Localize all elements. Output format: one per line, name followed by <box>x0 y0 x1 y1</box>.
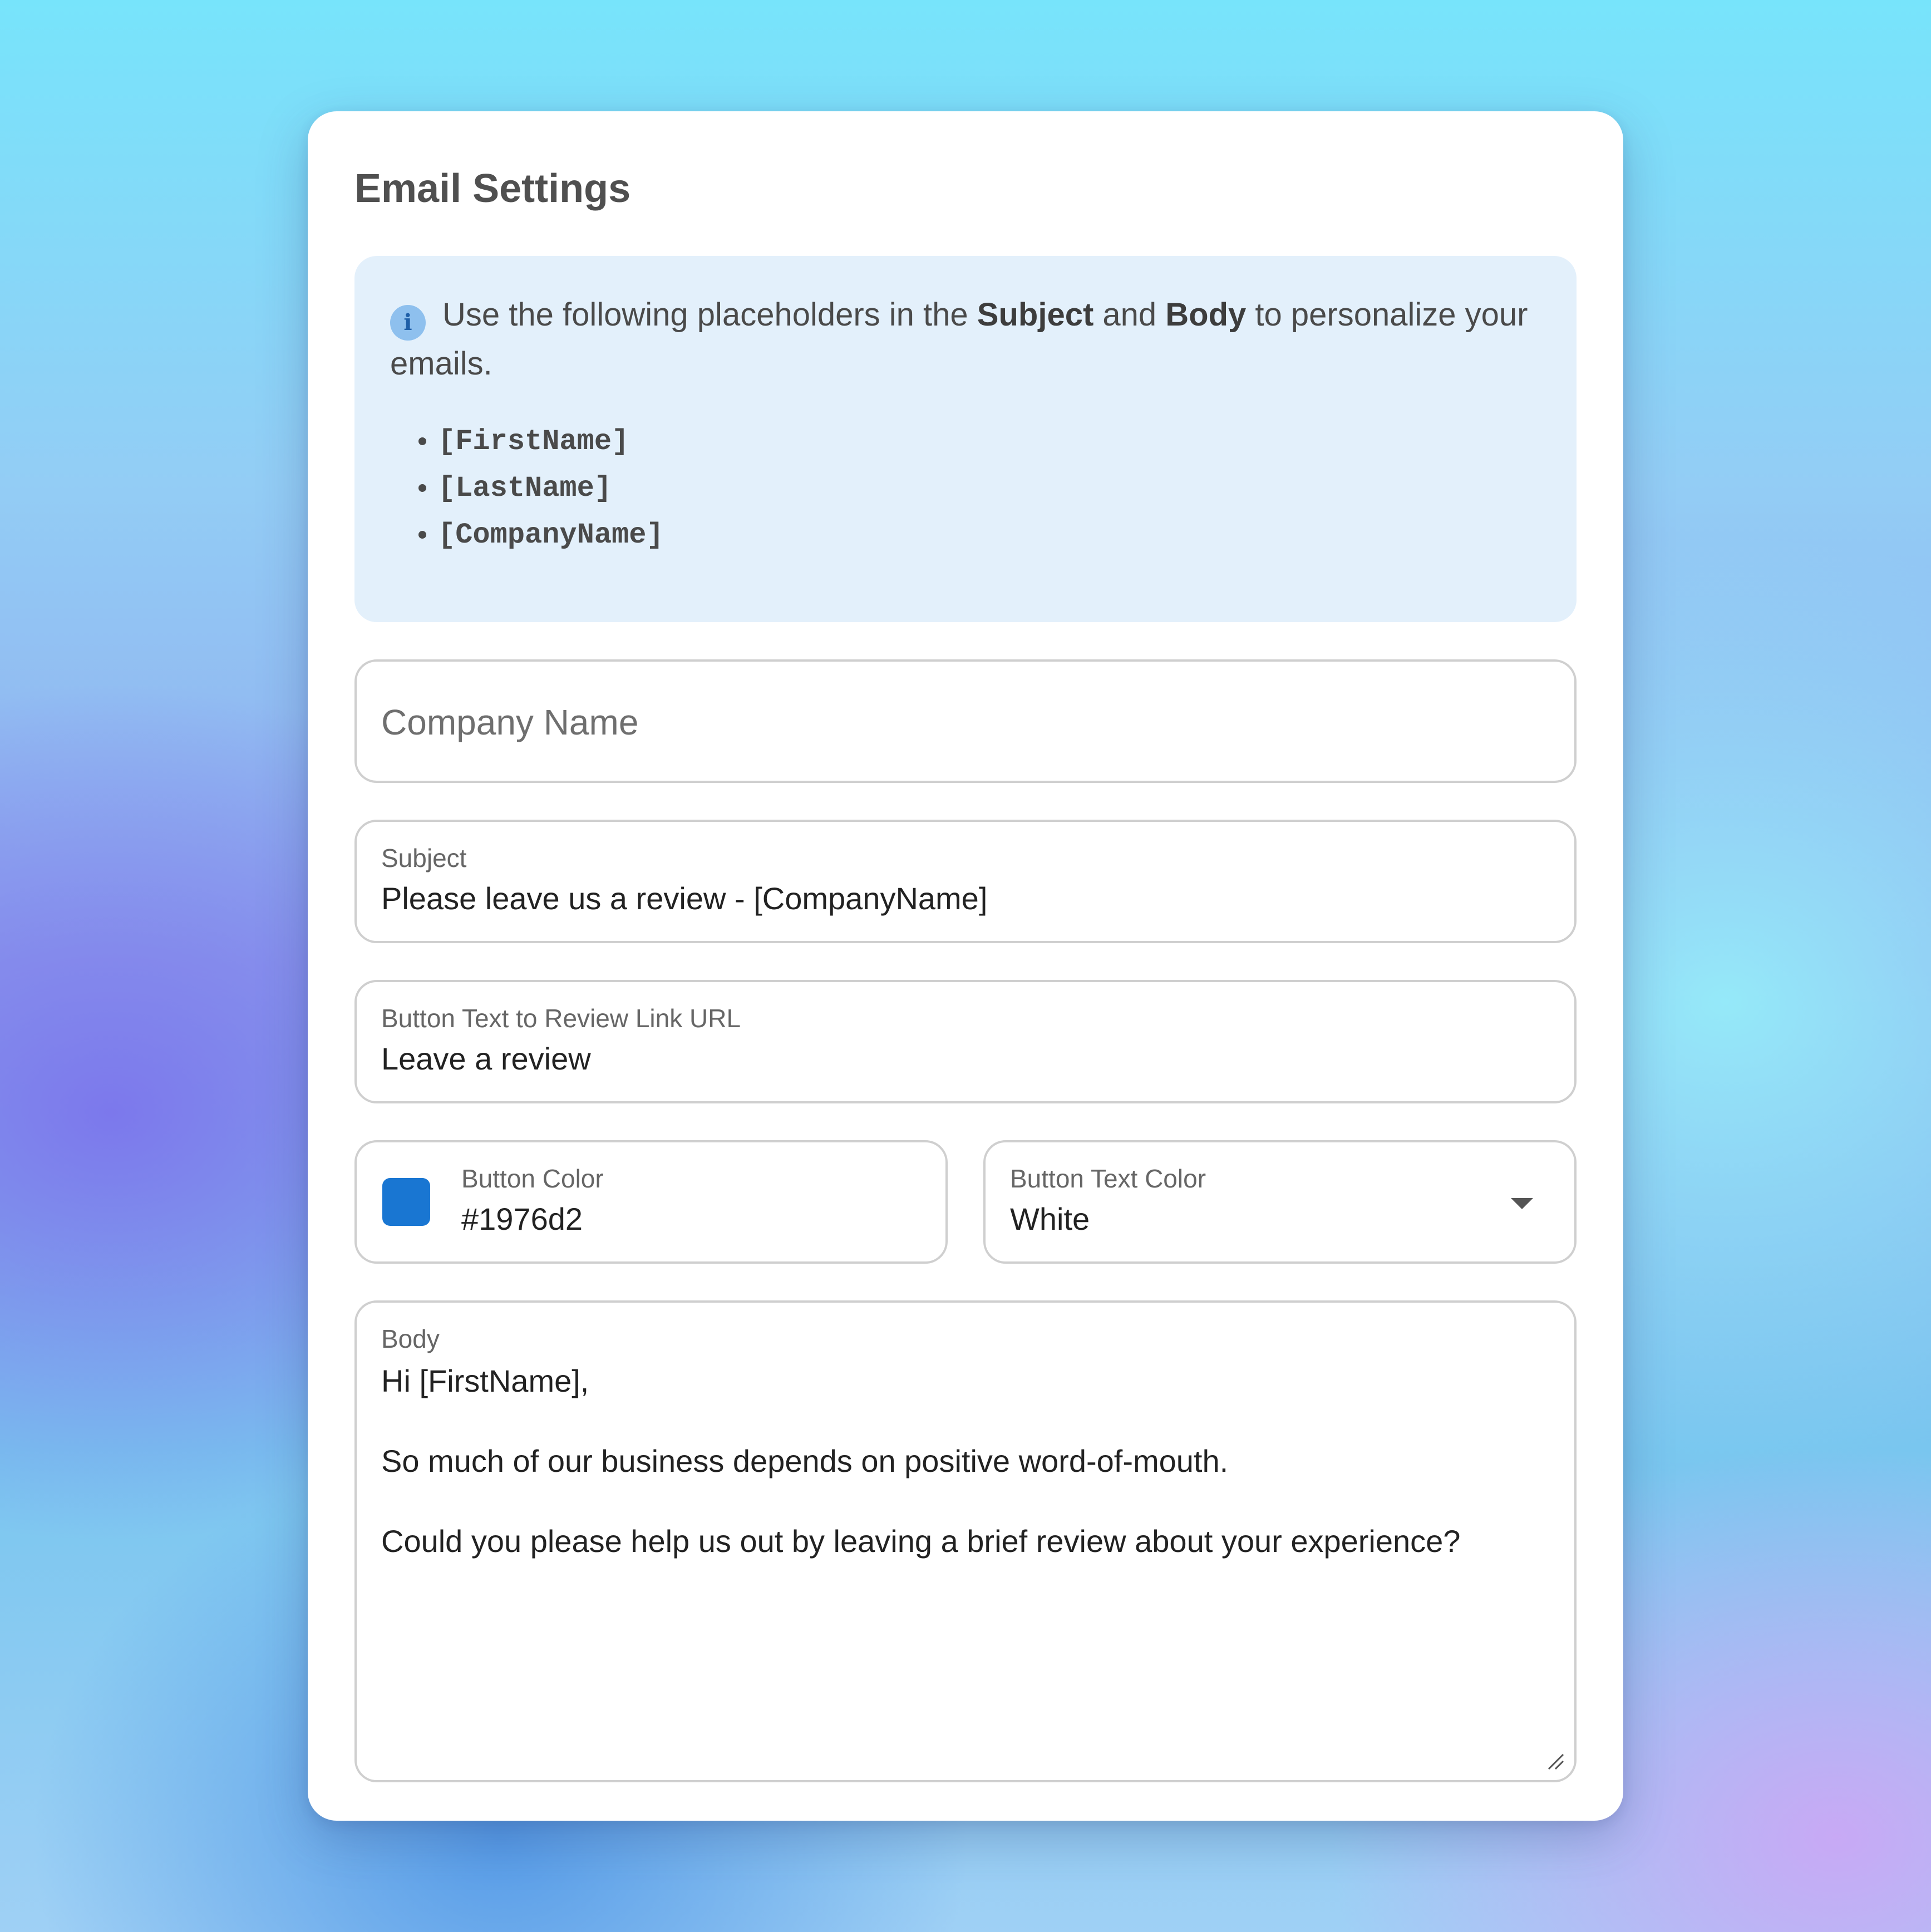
placeholder-item: [CompanyName] <box>438 512 1541 559</box>
button-text-label: Button Text to Review Link URL <box>381 1004 741 1033</box>
body-label: Body <box>381 1324 440 1353</box>
body-textarea[interactable]: Body Hi [FirstName], So much of our busi… <box>354 1300 1577 1782</box>
info-message: i Use the following placeholders in the S… <box>390 292 1541 387</box>
button-text-color-label: Button Text Color <box>1010 1164 1206 1193</box>
info-text-before: Use the following placeholders in the <box>442 297 977 333</box>
chevron-down-icon[interactable] <box>1511 1198 1533 1209</box>
color-swatch[interactable] <box>382 1178 430 1226</box>
placeholder-list: [FirstName] [LastName] [CompanyName] <box>390 418 1541 559</box>
info-strong-subject: Subject <box>977 297 1094 333</box>
button-text-value: Leave a review <box>381 1041 591 1076</box>
subject-label: Subject <box>381 844 467 873</box>
button-text-color-value: White <box>1010 1201 1090 1236</box>
button-text-field[interactable]: Button Text to Review Link URL Leave a r… <box>354 980 1577 1103</box>
resize-handle-icon[interactable] <box>1545 1751 1565 1771</box>
body-value: Hi [FirstName], So much of our business … <box>381 1363 1461 1559</box>
company-name-field[interactable]: Company Name <box>354 659 1577 783</box>
placeholder-item: [LastName] <box>438 465 1541 512</box>
page-title: Email Settings <box>354 166 631 211</box>
placeholders-info-box: i Use the following placeholders in the S… <box>354 256 1577 622</box>
button-color-label: Button Color <box>461 1164 604 1193</box>
email-settings-card: Email Settings i Use the following placeh… <box>308 111 1623 1821</box>
button-color-field[interactable]: Button Color #1976d2 <box>354 1140 948 1264</box>
placeholder-item: [FirstName] <box>438 418 1541 465</box>
info-strong-body: Body <box>1165 297 1247 333</box>
info-icon: i <box>390 305 426 341</box>
subject-field[interactable]: Subject Please leave us a review - [Comp… <box>354 820 1577 943</box>
info-text-middle: and <box>1093 297 1166 333</box>
company-name-placeholder: Company Name <box>381 702 639 742</box>
subject-value: Please leave us a review - [CompanyName] <box>381 881 988 916</box>
button-color-value: #1976d2 <box>461 1201 583 1236</box>
button-text-color-select[interactable]: Button Text Color White <box>983 1140 1577 1264</box>
